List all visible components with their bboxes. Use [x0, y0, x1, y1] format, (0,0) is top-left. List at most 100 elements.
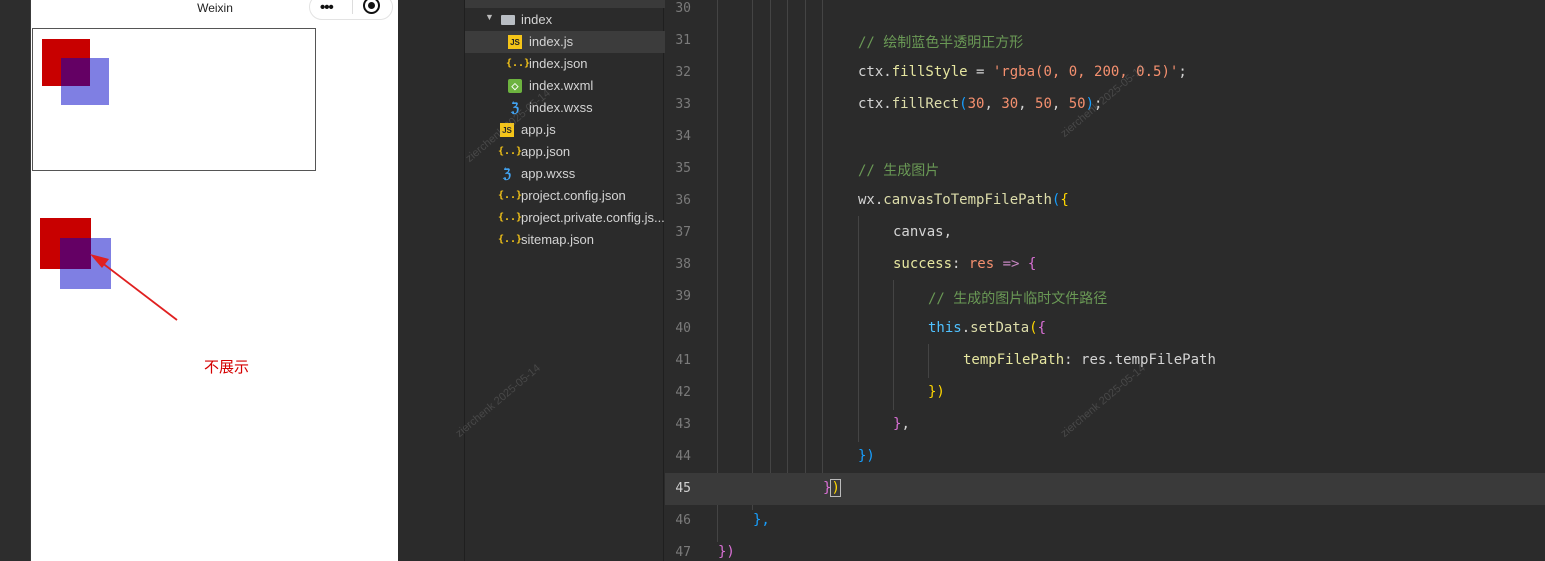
line-number: 40 — [675, 321, 691, 336]
tree-item-label: project.private.config.js... — [521, 210, 665, 225]
line-number: 45 — [675, 481, 691, 496]
code-token: { — [1027, 256, 1037, 272]
tree-file-sitemap[interactable]: {..} sitemap.json — [465, 229, 665, 251]
code-text: }, — [753, 512, 770, 528]
tree-item-label: app.wxss — [521, 166, 576, 181]
code-token: ; — [1178, 64, 1187, 80]
line-number: 46 — [675, 513, 691, 528]
tree-file-app-wxss[interactable]: ℨ app.wxss — [465, 163, 665, 185]
code-token: res — [968, 256, 995, 272]
code-text: ctx.fillRect(30, 30, 50, 50); — [858, 96, 1102, 112]
tree-file-index-wxml[interactable]: ◇ index.wxml — [465, 75, 665, 97]
code-token: => — [994, 256, 1028, 272]
line-number: 39 — [675, 289, 691, 304]
tree-file-index-wxss[interactable]: ℨ index.wxss — [465, 97, 665, 119]
code-token: canvasToTempFilePath — [883, 192, 1052, 208]
json-file-icon: {..} — [498, 146, 523, 157]
code-comment: // 绘制蓝色半透明正方形 — [858, 35, 1024, 51]
code-editor[interactable]: 30 31 // 绘制蓝色半透明正方形 32 ctx.fillStyle = '… — [665, 0, 1545, 561]
tree-item-label: app.js — [521, 122, 556, 137]
wxml-file-icon: ◇ — [508, 79, 522, 93]
json-file-icon: {..} — [498, 190, 523, 201]
code-token: 30 — [967, 96, 985, 112]
code-text: }) — [718, 544, 735, 560]
code-token: . — [961, 320, 971, 336]
code-token: , — [1018, 96, 1036, 112]
code-text: wx.canvasToTempFilePath({ — [858, 192, 1069, 208]
line-number: 44 — [675, 449, 691, 464]
text-cursor: ) — [830, 479, 841, 497]
code-text: canvas, — [893, 224, 953, 240]
code-line-43[interactable]: 43 }, — [665, 409, 1545, 441]
code-text: }) — [928, 384, 945, 400]
code-text: }, — [893, 416, 910, 432]
tree-folder-index[interactable]: ▼ index — [465, 9, 665, 31]
code-text: success: res => { — [893, 256, 1036, 272]
tree-item-label: sitemap.json — [521, 232, 594, 247]
json-file-icon: {..} — [506, 58, 531, 69]
code-token: setData — [970, 320, 1030, 336]
code-token: : — [952, 256, 969, 272]
code-line-41[interactable]: 41 tempFilePath: res.tempFilePath — [665, 345, 1545, 377]
code-text: }) — [823, 479, 841, 497]
tree-item-label: index.json — [529, 56, 588, 71]
code-token: { — [1060, 192, 1069, 208]
line-number: 31 — [675, 33, 691, 48]
line-number: 36 — [675, 193, 691, 208]
phone-screen: Weixin ••• 不展示 — [30, 0, 398, 561]
code-token: 30 — [1001, 96, 1019, 112]
tree-file-project-config[interactable]: {..} project.config.json — [465, 185, 665, 207]
tree-file-index-js[interactable]: JS index.js — [465, 31, 665, 53]
tree-item-label: index.wxml — [529, 78, 594, 93]
wxss-file-icon: ℨ — [502, 166, 511, 181]
folder-icon — [501, 15, 515, 25]
code-text: tempFilePath: res.tempFilePath — [963, 352, 1216, 368]
code-token: fillRect — [891, 96, 960, 112]
code-token: fillStyle — [891, 64, 968, 80]
tree-file-index-json[interactable]: {..} index.json — [465, 53, 665, 75]
line-number: 35 — [675, 161, 691, 176]
code-token: success — [893, 256, 953, 272]
code-token: = — [967, 64, 993, 80]
code-line-39[interactable]: 39 // 生成的图片临时文件路径 — [665, 281, 1545, 313]
tree-item-label: project.config.json — [521, 188, 626, 203]
code-text: }) — [858, 448, 875, 464]
code-line-37[interactable]: 37 canvas, — [665, 217, 1545, 249]
code-token: ctx. — [858, 96, 892, 112]
code-token: 50 — [1035, 96, 1052, 112]
code-token: tempFilePath — [963, 352, 1065, 368]
code-token: wx. — [858, 192, 884, 208]
json-file-icon: {..} — [498, 212, 523, 223]
code-line-44[interactable]: 44 }) — [665, 441, 1545, 473]
line-number: 37 — [675, 225, 691, 240]
json-file-icon: {..} — [498, 234, 523, 245]
code-line-32[interactable]: 32 ctx.fillStyle = 'rgba(0, 0, 200, 0.5)… — [665, 57, 1545, 89]
code-line-47[interactable]: 47 }) — [665, 537, 1545, 561]
code-line-35[interactable]: 35 // 生成图片 — [665, 153, 1545, 185]
code-line-40[interactable]: 40 this.setData({ — [665, 313, 1545, 345]
file-tree: MINICODE-2 ▼ index JS index.js {..} inde… — [464, 0, 665, 561]
code-line-46[interactable]: 46 }, — [665, 505, 1545, 537]
code-line-30[interactable]: 30 — [665, 0, 1545, 25]
project-header[interactable]: MINICODE-2 — [465, 0, 665, 8]
code-token: , — [984, 96, 1002, 112]
line-number: 43 — [675, 417, 691, 432]
tree-item-label: app.json — [521, 144, 571, 159]
code-token: ( — [1029, 320, 1038, 336]
code-line-31[interactable]: 31 // 绘制蓝色半透明正方形 — [665, 25, 1545, 57]
caret-down-icon[interactable]: ▼ — [485, 12, 494, 22]
code-line-34[interactable]: 34 — [665, 121, 1545, 153]
tree-file-project-private-config[interactable]: {..} project.private.config.js... — [465, 207, 665, 229]
code-line-45-current[interactable]: 45 }) — [665, 473, 1545, 505]
code-text: this.setData({ — [928, 320, 1046, 336]
code-token: ( — [959, 96, 968, 112]
code-line-36[interactable]: 36 wx.canvasToTempFilePath({ — [665, 185, 1545, 217]
line-number: 30 — [675, 1, 691, 16]
code-token: ctx. — [858, 64, 892, 80]
code-token: , — [1051, 96, 1069, 112]
line-number: 33 — [675, 97, 691, 112]
js-file-icon: JS — [508, 35, 522, 49]
code-line-38[interactable]: 38 success: res => { — [665, 249, 1545, 281]
code-comment: // 生成图片 — [858, 163, 940, 179]
line-number: 32 — [675, 65, 691, 80]
